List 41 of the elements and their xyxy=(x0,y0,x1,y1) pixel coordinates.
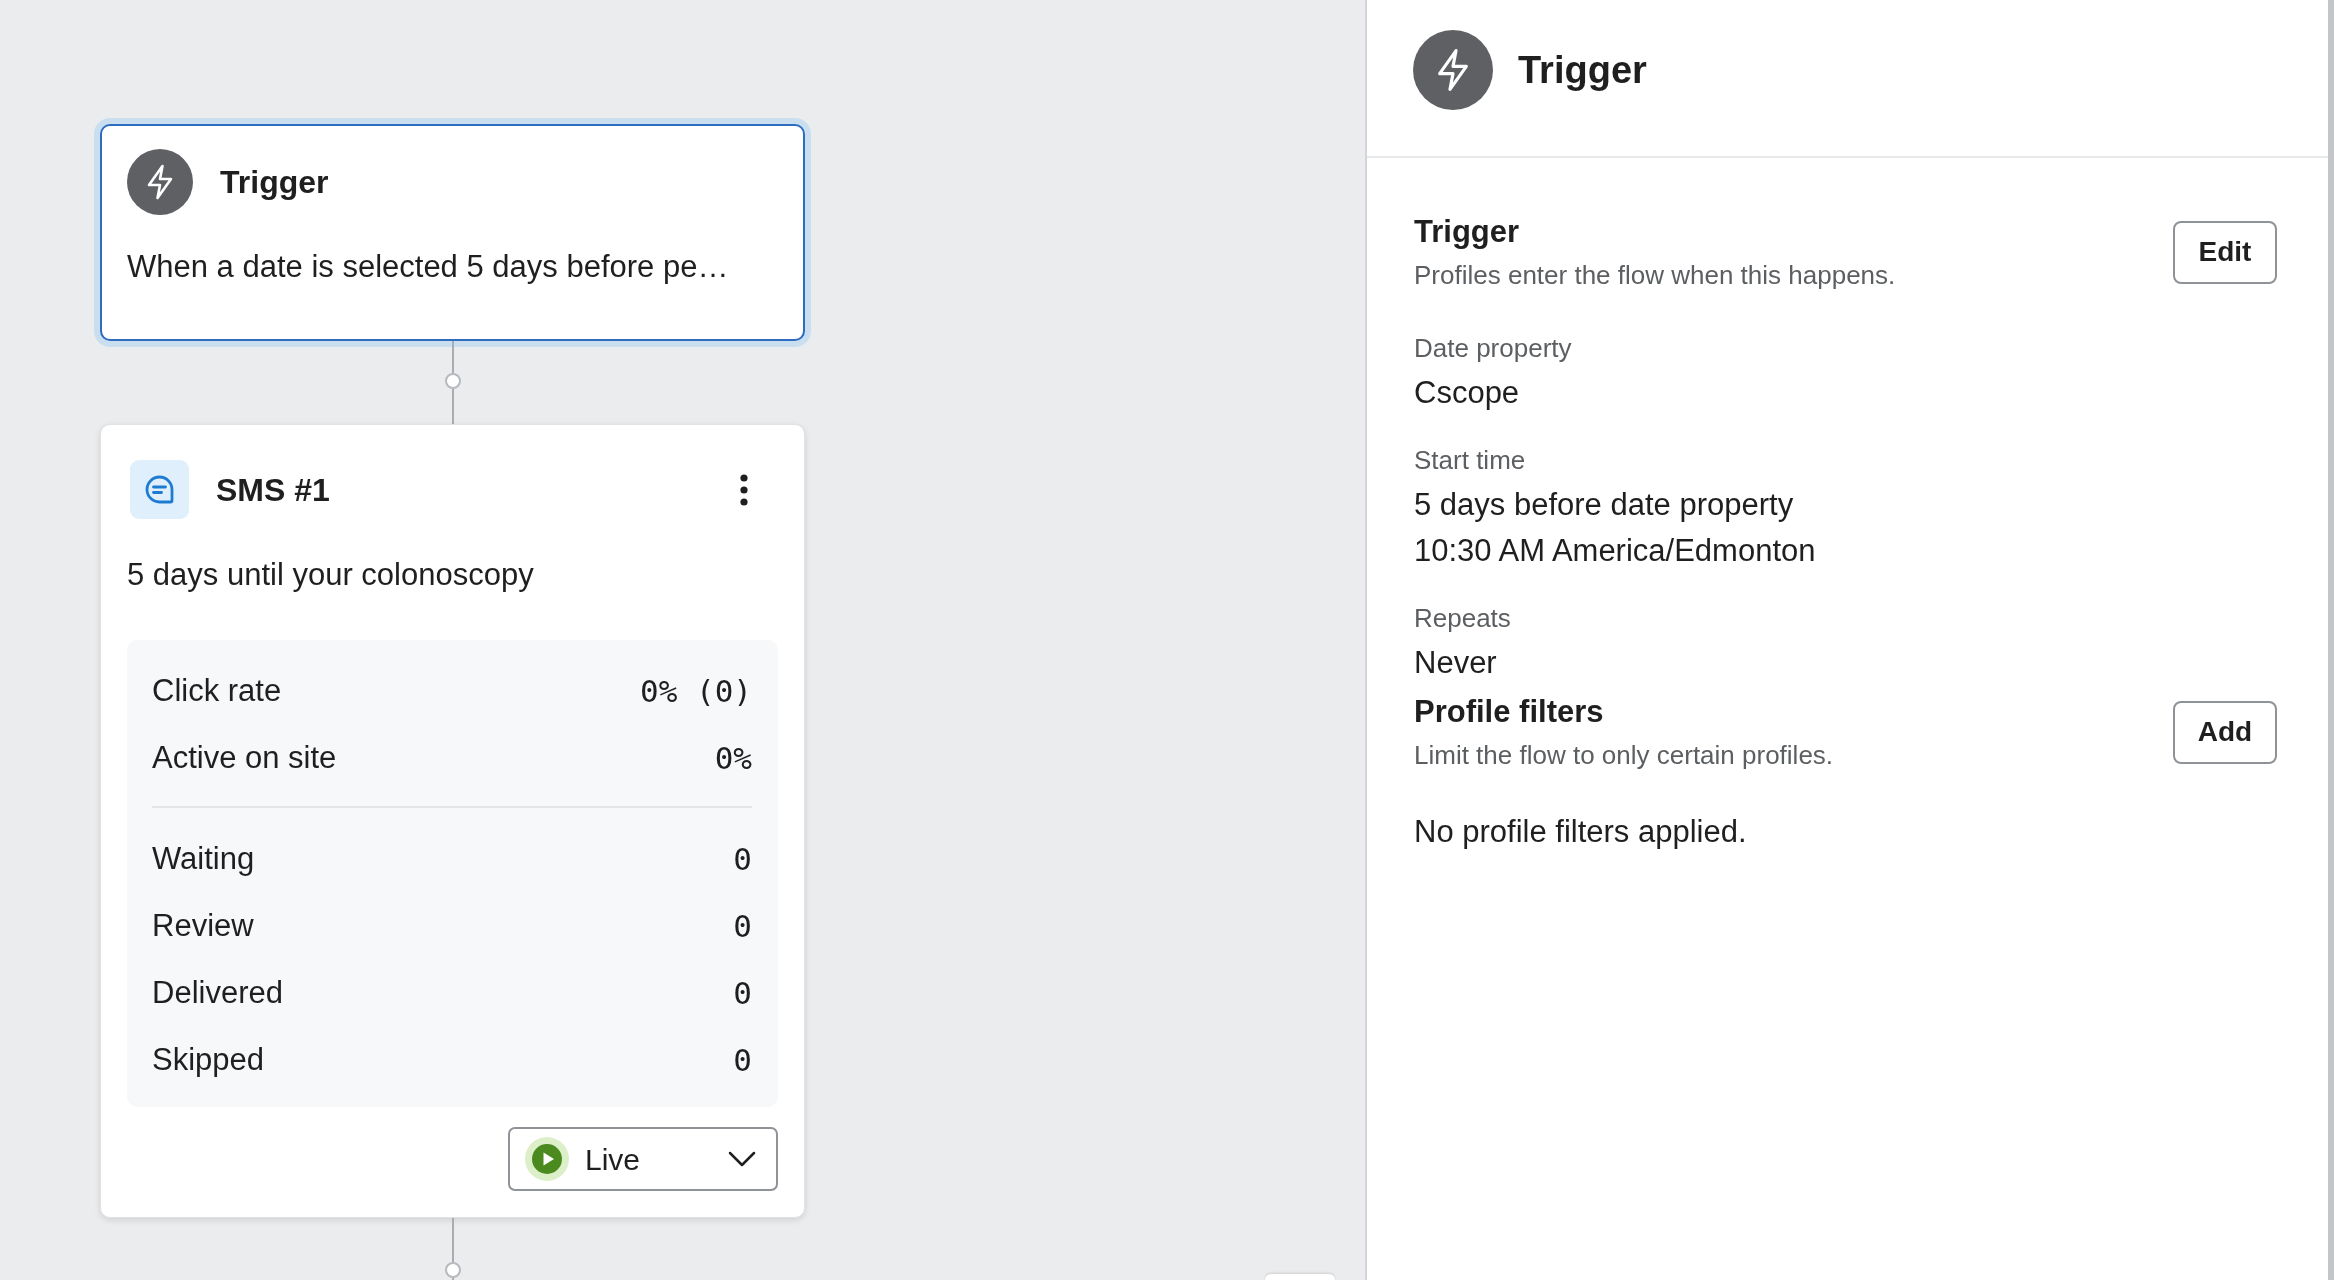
section-description: Limit the flow to only certain profiles. xyxy=(1414,739,1834,772)
sms-node[interactable]: SMS #1 5 days until your colonoscopy Click rate 0% (0) Active on site 0% Waiting 0 Review 0 Delivered 0 Skipped 0 Live xyxy=(100,424,805,1218)
field-label: Start time xyxy=(1414,444,1527,477)
field-label: Repeats xyxy=(1414,602,1512,635)
action-button[interactable]: Edit xyxy=(2173,220,2277,284)
stat-value: 0% (0) xyxy=(640,671,752,711)
status-dropdown[interactable]: Live xyxy=(508,1127,778,1191)
stat-label: Click rate xyxy=(152,671,282,710)
chevron-down-icon xyxy=(728,1151,756,1167)
section-title: Trigger xyxy=(1414,213,1521,251)
node-description: When a date is selected 5 days before pe… xyxy=(127,248,730,286)
field-value: Never xyxy=(1414,644,1498,682)
field-value: 5 days before date property xyxy=(1414,486,1795,524)
stat-value: 0 xyxy=(733,906,752,946)
stat-label: Delivered xyxy=(152,973,283,1012)
empty-state-text: No profile filters applied. xyxy=(1414,813,1748,851)
chat-icon xyxy=(130,460,189,519)
stat-value: 0 xyxy=(733,1040,752,1080)
stat-label: Review xyxy=(152,906,254,945)
node-title: Trigger xyxy=(220,163,329,202)
section-title: Profile filters xyxy=(1414,693,1605,731)
stat-value: 0 xyxy=(733,973,752,1013)
action-button[interactable]: Add xyxy=(2173,700,2277,764)
field-value: Cscope xyxy=(1414,374,1521,412)
lightning-icon xyxy=(1413,30,1493,110)
panel-title: Trigger xyxy=(1518,48,1647,93)
stat-label: Skipped xyxy=(152,1040,265,1079)
field-value: 10:30 AM America/Edmonton xyxy=(1414,532,1817,570)
node-title: SMS #1 xyxy=(216,470,330,510)
play-icon xyxy=(525,1137,569,1181)
more-options-icon[interactable] xyxy=(739,472,749,507)
stat-value: 0 xyxy=(733,839,752,879)
floating-panel xyxy=(1265,1274,1335,1280)
connector-line xyxy=(442,1218,463,1280)
lightning-icon xyxy=(127,149,193,215)
stat-label: Active on site xyxy=(152,738,337,777)
field-label: Date property xyxy=(1414,332,1573,365)
stat-label: Waiting xyxy=(152,839,255,878)
stat-value: 0% xyxy=(714,738,752,778)
node-description: 5 days until your colonoscopy xyxy=(127,556,535,594)
section-description: Profiles enter the flow when this happens. xyxy=(1414,259,1896,292)
